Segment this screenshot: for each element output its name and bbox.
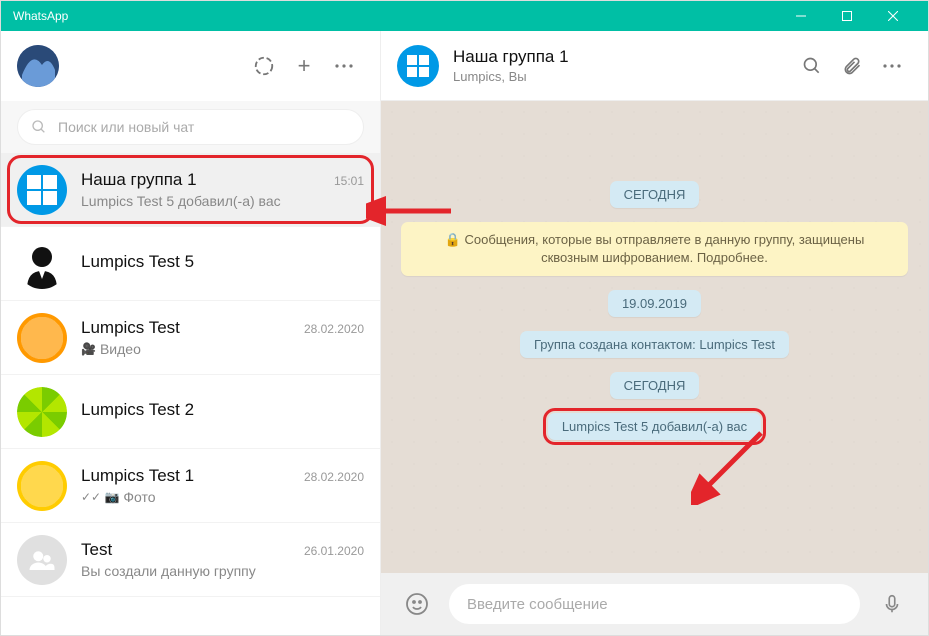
search-input[interactable] (17, 109, 364, 145)
chat-avatar (17, 165, 67, 215)
chat-name: Lumpics Test 5 (81, 252, 364, 272)
minimize-button[interactable] (778, 1, 824, 31)
search-wrap (1, 101, 380, 153)
emoji-icon[interactable] (397, 584, 437, 624)
chat-name: Lumpics Test 2 (81, 400, 364, 420)
sidebar-header: + (1, 31, 380, 101)
chat-name: Test (81, 540, 304, 560)
chat-avatar (17, 461, 67, 511)
system-message: Группа создана контактом: Lumpics Test (520, 331, 789, 358)
message-input[interactable] (449, 584, 860, 624)
chat-preview: 🎥Видео (81, 341, 364, 357)
chat-time: 28.02.2020 (304, 322, 364, 336)
conversation-title: Наша группа 1 (453, 47, 792, 67)
chat-list: Наша группа 115:01 Lumpics Test 5 добавил… (1, 153, 380, 635)
my-avatar[interactable] (17, 45, 59, 87)
date-chip: СЕГОДНЯ (610, 372, 700, 399)
chat-avatar (17, 535, 67, 585)
search-in-chat-icon[interactable] (792, 46, 832, 86)
chat-avatar (17, 239, 67, 289)
conversation-menu-icon[interactable] (872, 46, 912, 86)
chat-item[interactable]: Lumpics Test 5 (1, 227, 380, 301)
close-button[interactable] (870, 1, 916, 31)
mic-icon[interactable] (872, 584, 912, 624)
chat-time: 26.01.2020 (304, 544, 364, 558)
chat-preview: Lumpics Test 5 добавил(-а) вас (81, 193, 364, 209)
chat-time: 15:01 (334, 174, 364, 188)
chat-avatar (17, 387, 67, 437)
attach-icon[interactable] (832, 46, 872, 86)
system-message: Lumpics Test 5 добавил(-а) вас (548, 413, 761, 440)
menu-icon[interactable] (324, 46, 364, 86)
chat-name: Наша группа 1 (81, 170, 334, 190)
maximize-button[interactable] (824, 1, 870, 31)
conversation-avatar (397, 45, 439, 87)
conversation-header[interactable]: Наша группа 1 Lumpics, Вы (381, 31, 928, 101)
chat-avatar (17, 313, 67, 363)
chat-item[interactable]: Lumpics Test 128.02.2020 ✓✓ 📷Фото (1, 449, 380, 523)
chat-item[interactable]: Lumpics Test 2 (1, 375, 380, 449)
chat-item[interactable]: Наша группа 115:01 Lumpics Test 5 добавил… (1, 153, 380, 227)
titlebar: WhatsApp (1, 1, 928, 31)
chat-item[interactable]: Test26.01.2020 Вы создали данную группу (1, 523, 380, 597)
sidebar: + Наша группа 115:01 Lumpics Test 5 добав… (1, 31, 381, 635)
encryption-notice: 🔒 Сообщения, которые вы отправляете в да… (401, 222, 908, 276)
conversation-subtitle: Lumpics, Вы (453, 69, 792, 84)
status-icon[interactable] (244, 46, 284, 86)
chat-preview: Вы создали данную группу (81, 563, 364, 579)
window-title: WhatsApp (13, 9, 778, 23)
date-chip: 19.09.2019 (608, 290, 701, 317)
new-chat-icon[interactable]: + (284, 46, 324, 86)
chat-preview: ✓✓ 📷Фото (81, 489, 364, 505)
date-chip: СЕГОДНЯ (610, 181, 700, 208)
chat-name: Lumpics Test 1 (81, 466, 304, 486)
messages-area: СЕГОДНЯ 🔒 Сообщения, которые вы отправляе… (381, 101, 928, 573)
chat-item[interactable]: Lumpics Test28.02.2020 🎥Видео (1, 301, 380, 375)
composer (381, 573, 928, 635)
chat-name: Lumpics Test (81, 318, 304, 338)
conversation-pane: Наша группа 1 Lumpics, Вы СЕГОДНЯ 🔒 Сообщ… (381, 31, 928, 635)
chat-time: 28.02.2020 (304, 470, 364, 484)
